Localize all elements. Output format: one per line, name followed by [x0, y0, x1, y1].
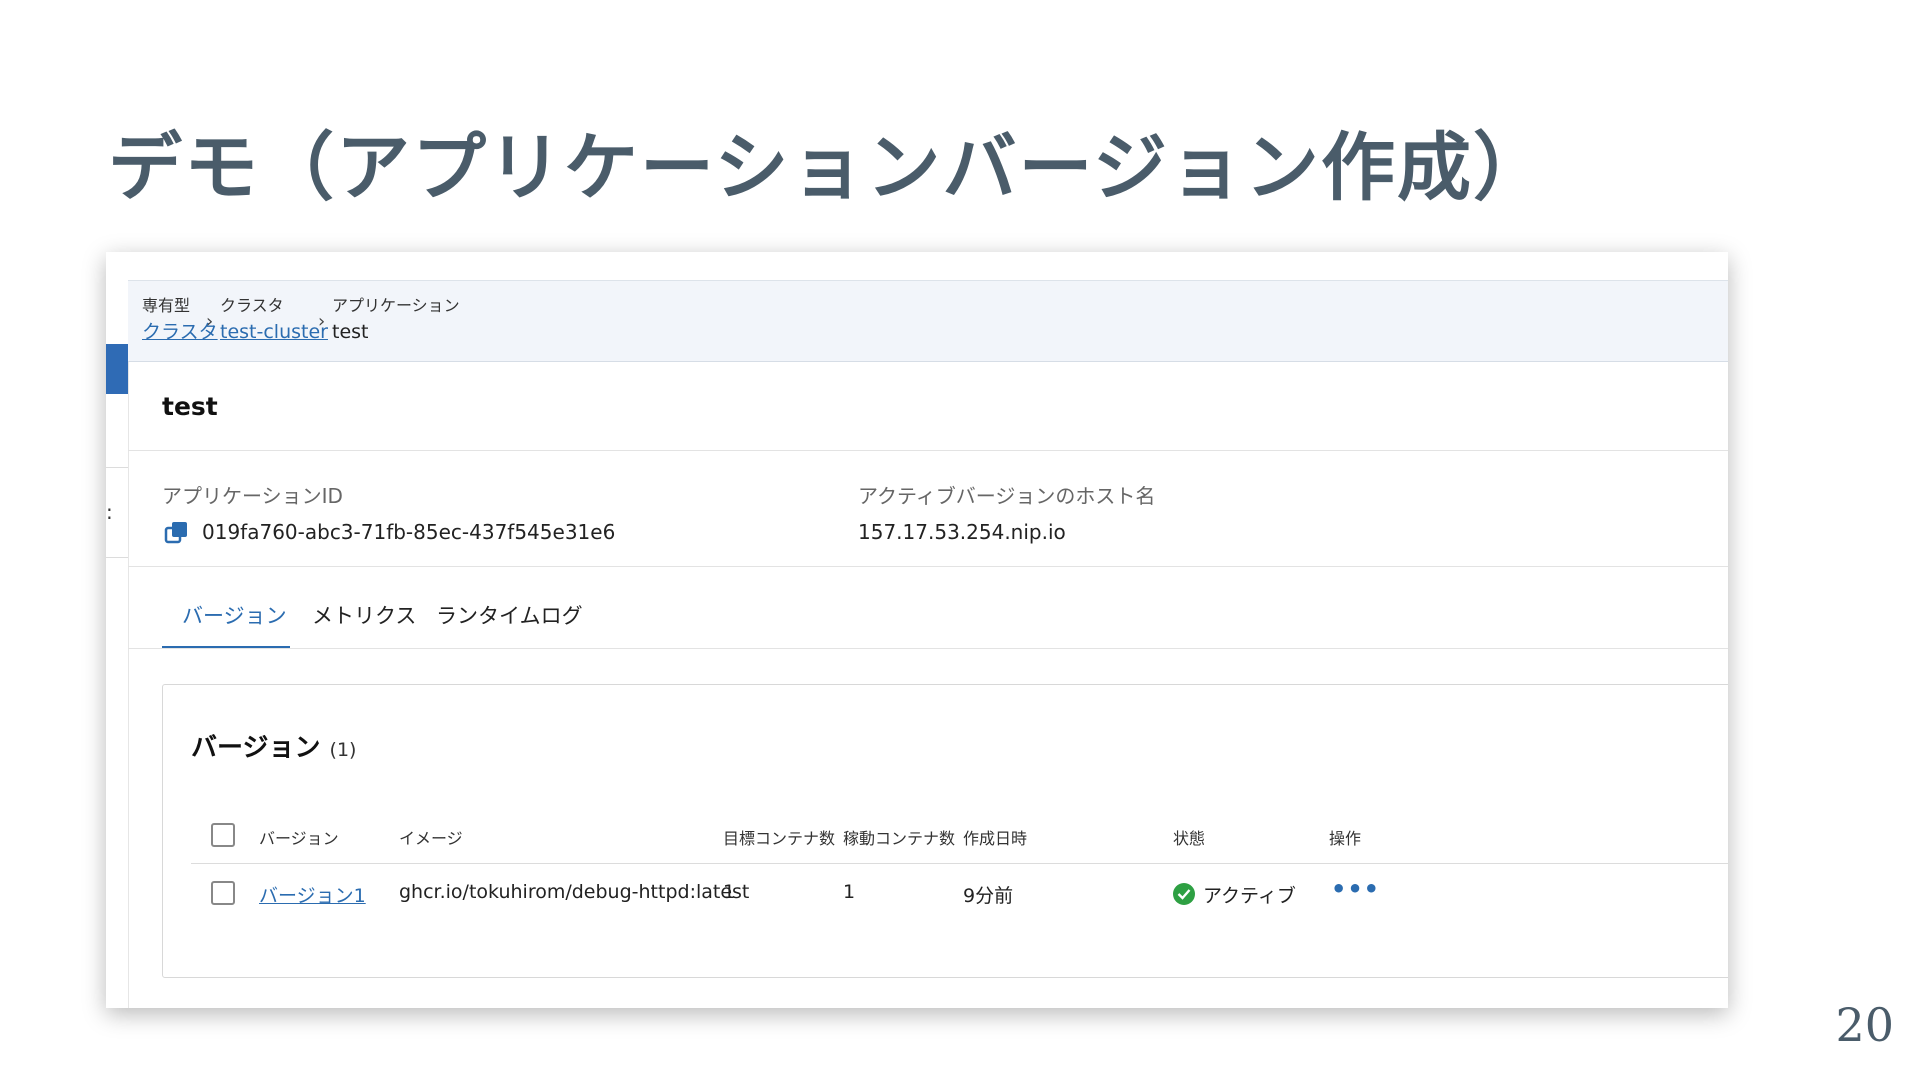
row-checkbox[interactable]	[211, 881, 235, 905]
application-id-label: アプリケーションID	[162, 484, 343, 508]
more-icon[interactable]: •••	[1331, 875, 1380, 903]
sidebar-divider	[106, 557, 128, 558]
breadcrumb-item-application: アプリケーション test	[332, 295, 460, 347]
active-host-value: 157.17.53.254.nip.io	[858, 520, 1066, 544]
column-header-status[interactable]: 状態	[1173, 825, 1205, 849]
target-containers-cell: 1	[723, 881, 736, 903]
page-number: 20	[1835, 998, 1894, 1052]
tab-metrics[interactable]: メトリクス	[312, 600, 416, 630]
breadcrumb: 専有型 クラスタ › クラスタ test-cluster › アプリケーション …	[128, 280, 1728, 362]
column-header-running-containers[interactable]: 稼動コンテナ数	[843, 825, 955, 849]
image-cell: ghcr.io/tokuhirom/debug-httpd:latest	[399, 881, 750, 903]
breadcrumb-label: クラスタ	[220, 296, 284, 315]
versions-title: バージョン	[191, 733, 321, 763]
sidebar-active-indicator	[106, 344, 128, 394]
sidebar-item-fragment: :	[106, 500, 113, 524]
status-cell: アクティブ	[1203, 885, 1296, 907]
running-containers-cell: 1	[843, 881, 856, 903]
tabs-divider	[128, 648, 1728, 649]
breadcrumb-label: アプリケーション	[332, 296, 460, 315]
page-title: test	[162, 392, 218, 421]
chevron-right-icon: ›	[318, 311, 326, 332]
slide-title: デモ（アプリケーションバージョン作成）	[108, 125, 1550, 211]
active-host-label: アクティブバージョンのホスト名	[858, 484, 1156, 508]
breadcrumb-item-cluster: クラスタ test-cluster	[220, 295, 328, 347]
column-header-created[interactable]: 作成日時	[963, 825, 1027, 849]
divider	[128, 566, 1728, 567]
created-cell: 9分前	[963, 885, 1014, 907]
screenshot-frame: : 専有型 クラスタ › クラスタ test-cluster › アプリケーショ…	[106, 252, 1728, 1008]
table-header-divider	[191, 863, 1728, 864]
versions-panel: バージョン (1) バージョン イメージ 目標コンテナ数 稼動コンテナ数 作成日…	[162, 684, 1728, 978]
sidebar-divider	[106, 467, 128, 468]
select-all-checkbox[interactable]	[211, 823, 235, 847]
chevron-right-icon: ›	[206, 311, 214, 332]
column-header-actions: 操作	[1329, 829, 1362, 848]
versions-count: (1)	[329, 739, 357, 761]
divider	[128, 450, 1728, 451]
breadcrumb-link-test-cluster[interactable]: test-cluster	[220, 317, 328, 347]
column-header-version[interactable]: バージョン	[259, 825, 339, 849]
versions-panel-title: バージョン (1)	[191, 727, 356, 764]
check-circle-icon	[1173, 883, 1195, 905]
tab-runtime-logs[interactable]: ランタイムログ	[436, 600, 583, 630]
version-link[interactable]: バージョン1	[259, 881, 366, 908]
application-id-value: 019fa760-abc3-71fb-85ec-437f545e31e6	[202, 520, 616, 544]
sidebar-border	[128, 362, 129, 1008]
tab-versions[interactable]: バージョン	[182, 600, 287, 630]
breadcrumb-current: test	[332, 321, 369, 343]
column-header-target-containers[interactable]: 目標コンテナ数	[723, 825, 835, 849]
copy-icon[interactable]	[164, 520, 190, 546]
column-header-image[interactable]: イメージ	[399, 825, 463, 849]
